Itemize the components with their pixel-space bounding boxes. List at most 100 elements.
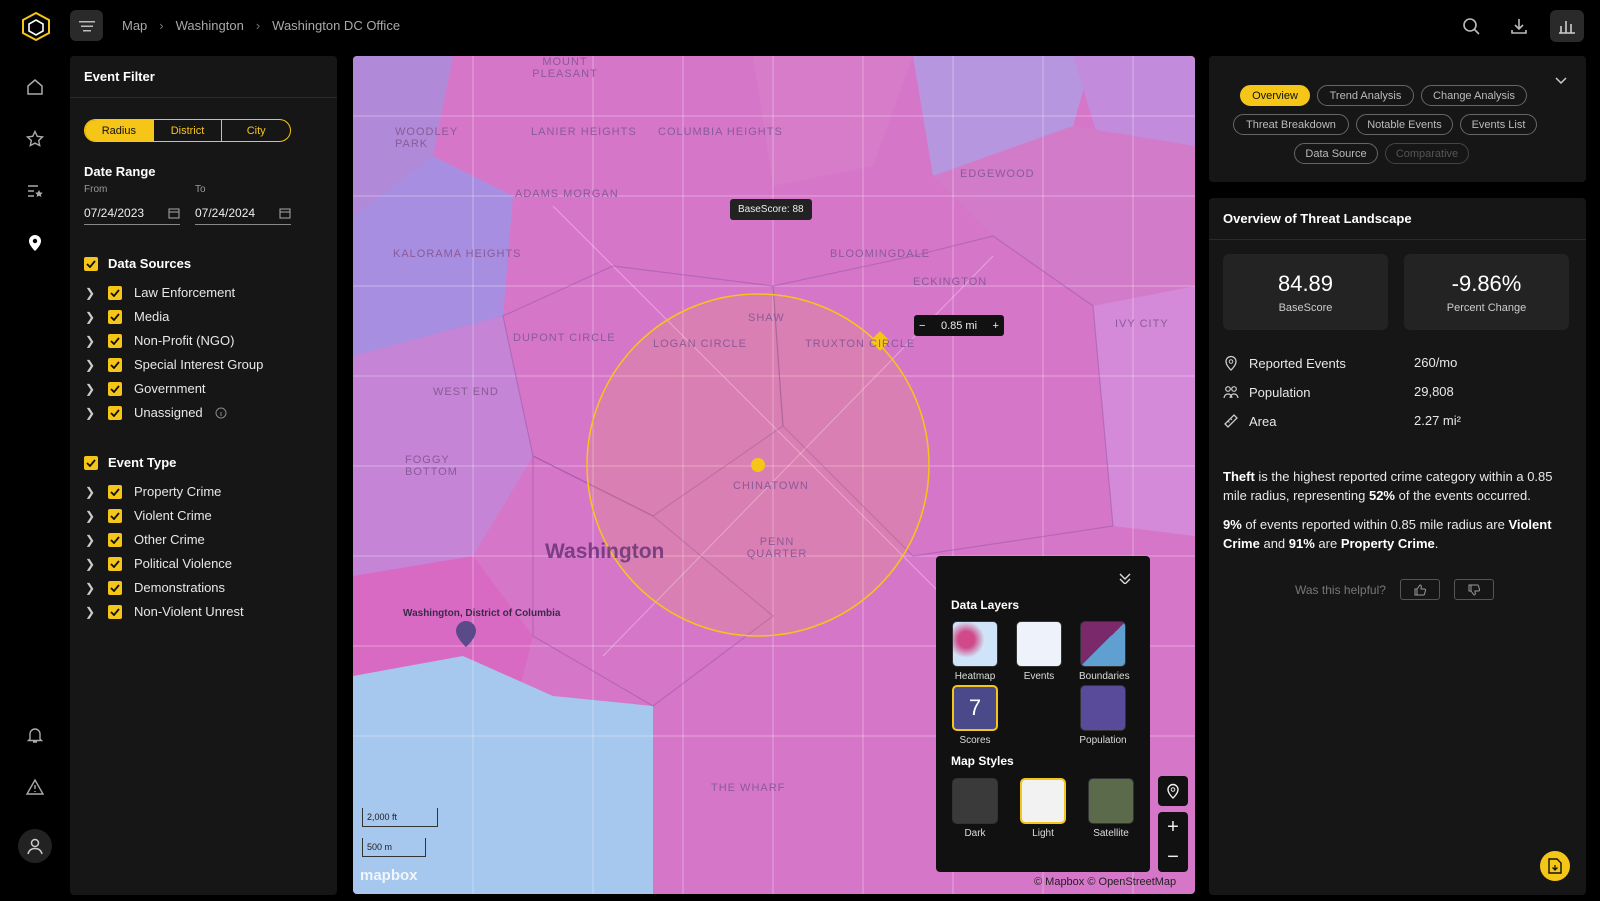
type-demonstrations[interactable]: ❯ Demonstrations [84,580,225,595]
checkbox-icon[interactable] [108,532,122,547]
info-icon[interactable] [215,407,227,419]
checkbox-icon[interactable] [84,455,98,470]
chevron-right-icon[interactable]: ❯ [84,557,96,571]
source-special-interest[interactable]: ❯ Special Interest Group [84,357,263,372]
chevron-down-icon[interactable] [1554,76,1568,86]
analytics-button[interactable] [1550,10,1584,42]
checkbox-icon[interactable] [84,256,98,271]
nav-watchlist[interactable] [18,174,52,208]
map-pin-label[interactable]: Washington, District of Columbia [403,608,560,619]
stat-value: 2.27 mi² [1414,413,1461,428]
source-ngo[interactable]: ❯ Non-Profit (NGO) [84,333,234,348]
summary-text: are [1314,536,1341,551]
tab-overview[interactable]: Overview [1240,85,1310,106]
plus-icon[interactable]: + [993,320,999,332]
checkbox-icon[interactable] [108,556,122,571]
checkbox-icon[interactable] [108,604,122,619]
logo-icon[interactable] [20,11,52,41]
source-law-enforcement[interactable]: ❯ Law Enforcement [84,285,235,300]
search-button[interactable] [1454,10,1488,42]
source-government[interactable]: ❯ Government [84,381,206,396]
tab-data-source[interactable]: Data Source [1294,143,1378,164]
checkbox-icon[interactable] [108,508,122,523]
style-dark[interactable]: Dark [951,778,999,839]
chevron-right-icon[interactable]: ❯ [84,533,96,547]
nav-favorites[interactable] [18,122,52,156]
calendar-icon[interactable] [168,207,180,219]
nav-map[interactable] [18,226,52,260]
style-satellite[interactable]: Satellite [1087,778,1135,839]
checkbox-icon[interactable] [108,484,122,499]
map-neighborhood-label: WOODLEY PARK [395,126,459,150]
download-button[interactable] [1502,10,1536,42]
chevron-right-icon[interactable]: ❯ [84,485,96,499]
tab-trend-analysis[interactable]: Trend Analysis [1317,85,1414,106]
nav-alerts[interactable] [18,770,52,804]
checkbox-icon[interactable] [108,405,122,420]
type-non-violent-unrest[interactable]: ❯ Non-Violent Unrest [84,604,244,619]
type-label: Violent Crime [134,508,212,523]
map-attribution[interactable]: © Mapbox © OpenStreetMap [1034,876,1176,888]
locate-button[interactable] [1158,776,1188,806]
checkbox-icon[interactable] [108,580,122,595]
checkbox-icon[interactable] [108,381,122,396]
chevron-right-icon[interactable]: ❯ [84,382,96,396]
layer-population[interactable]: Population [1079,685,1127,746]
filter-toggle-button[interactable] [70,10,103,41]
breadcrumb-office[interactable]: Washington DC Office [272,18,400,33]
chevron-right-icon[interactable]: ❯ [84,310,96,324]
feedback-prompt: Was this helpful? [1295,582,1386,597]
zoom-in-icon[interactable]: + [1167,816,1179,839]
event-type-group[interactable]: Event Type [84,455,176,470]
segment-radius[interactable]: Radius [85,120,154,141]
checkbox-icon[interactable] [108,309,122,324]
chevron-right-icon[interactable]: ❯ [84,286,96,300]
source-unassigned[interactable]: ❯ Unassigned [84,405,227,420]
nav-notifications[interactable] [18,718,52,752]
from-date-field[interactable]: 07/24/2023 [84,201,180,225]
breadcrumb-map[interactable]: Map [122,18,147,33]
layer-heatmap[interactable]: Heatmap [951,621,999,682]
chevron-right-icon[interactable]: ❯ [84,406,96,420]
bar-chart-icon [1559,21,1575,34]
mapbox-logo[interactable]: mapbox [360,867,418,884]
checkbox-icon[interactable] [108,357,122,372]
type-property-crime[interactable]: ❯ Property Crime [84,484,221,499]
data-sources-group[interactable]: Data Sources [84,256,191,271]
tab-events-list[interactable]: Events List [1460,114,1537,135]
checkbox-icon[interactable] [108,285,122,300]
chevron-right-icon[interactable]: ❯ [84,509,96,523]
nav-home[interactable] [18,70,52,104]
type-label: Property Crime [134,484,222,499]
thumbs-up-button[interactable] [1399,579,1440,600]
export-report-button[interactable] [1540,851,1570,881]
layer-events[interactable]: Events [1015,621,1063,682]
layer-scores[interactable]: 7 Scores [951,685,999,746]
type-label: Non-Violent Unrest [134,604,244,619]
tab-change-analysis[interactable]: Change Analysis [1421,85,1527,106]
chevron-right-icon[interactable]: ❯ [84,581,96,595]
collapse-chevron-icon[interactable] [1118,570,1132,584]
checkbox-icon[interactable] [108,333,122,348]
tab-threat-breakdown[interactable]: Threat Breakdown [1233,114,1349,135]
nav-profile[interactable] [18,829,52,863]
thumbs-down-button[interactable] [1453,579,1494,600]
style-light[interactable]: Light [1019,778,1067,839]
chevron-right-icon[interactable]: ❯ [84,334,96,348]
source-media[interactable]: ❯ Media [84,309,169,324]
calendar-icon[interactable] [279,207,291,219]
segment-district[interactable]: District [154,120,223,141]
minus-icon[interactable]: − [919,320,925,332]
tab-notable-events[interactable]: Notable Events [1356,114,1453,135]
zoom-out-icon[interactable]: − [1167,846,1179,869]
breadcrumb-washington[interactable]: Washington [176,18,244,33]
type-violent-crime[interactable]: ❯ Violent Crime [84,508,212,523]
chevron-right-icon[interactable]: ❯ [84,605,96,619]
segment-city[interactable]: City [222,120,290,141]
chevron-right-icon[interactable]: ❯ [84,358,96,372]
type-political-violence[interactable]: ❯ Political Violence [84,556,232,571]
type-other-crime[interactable]: ❯ Other Crime [84,532,205,547]
to-date-field[interactable]: 07/24/2024 [195,201,291,225]
layer-boundaries[interactable]: Boundaries [1079,621,1130,682]
source-label: Media [134,309,170,324]
